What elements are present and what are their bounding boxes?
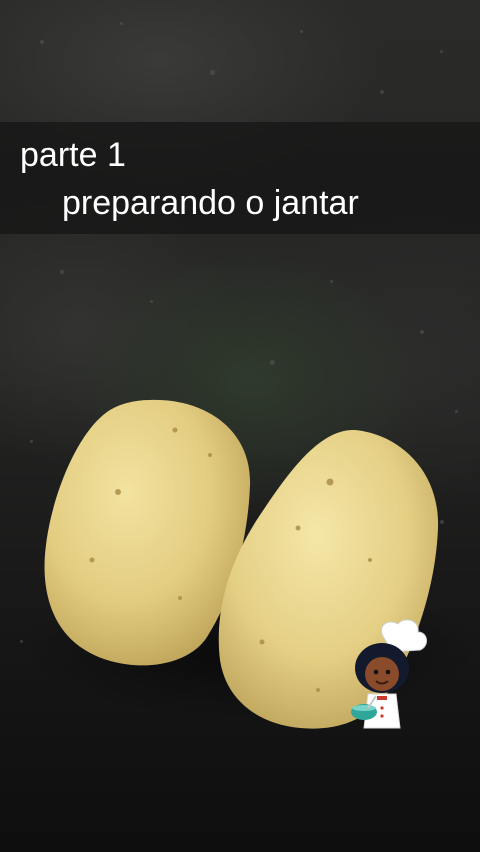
chef-character-icon: [351, 619, 427, 729]
caption-subtitle: preparando o jantar: [62, 184, 359, 222]
caption-title: parte 1: [20, 136, 126, 174]
